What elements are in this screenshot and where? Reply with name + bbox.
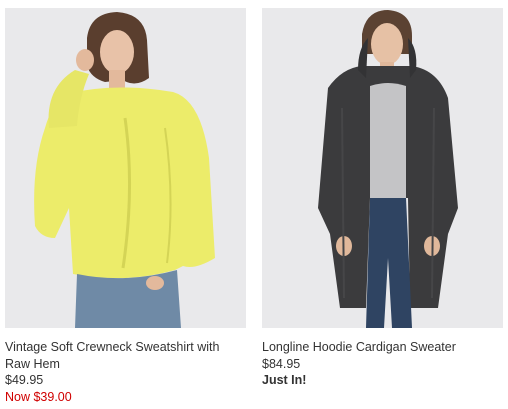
- product-info: Vintage Soft Crewneck Sweatshirt with Ra…: [5, 328, 246, 405]
- product-grid: Vintage Soft Crewneck Sweatshirt with Ra…: [0, 0, 508, 409]
- charcoal-cardigan-photo-icon: [262, 8, 503, 328]
- product-info: Longline Hoodie Cardigan Sweater $84.95 …: [262, 328, 503, 389]
- product-sale-price: Now $39.00: [5, 389, 72, 404]
- product-image[interactable]: [5, 8, 246, 328]
- just-in-badge: Just In!: [262, 373, 307, 387]
- product-price: $84.95: [262, 356, 301, 371]
- product-card: Vintage Soft Crewneck Sweatshirt with Ra…: [5, 8, 246, 405]
- product-title-link[interactable]: Longline Hoodie Cardigan Sweater: [262, 339, 503, 356]
- yellow-sweatshirt-photo-icon: [5, 8, 246, 328]
- product-card: Longline Hoodie Cardigan Sweater $84.95 …: [262, 8, 503, 389]
- product-title-link[interactable]: Vintage Soft Crewneck Sweatshirt with Ra…: [5, 339, 246, 372]
- product-image[interactable]: [262, 8, 503, 328]
- product-price: $49.95: [5, 373, 44, 387]
